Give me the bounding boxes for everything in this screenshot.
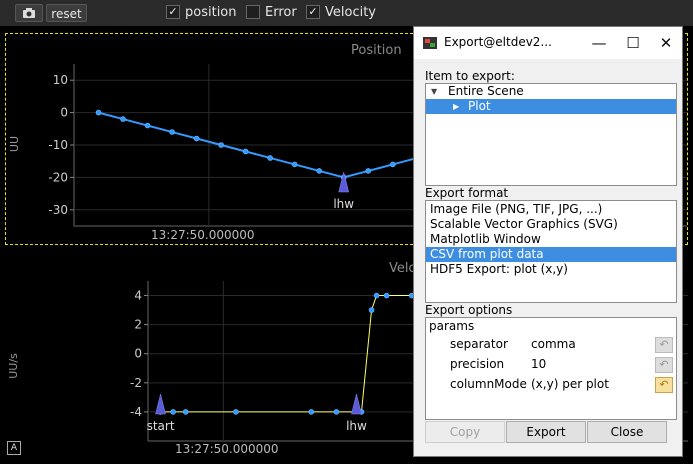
tree-item-plot[interactable]: ▶ Plot (426, 99, 676, 114)
format-item-hdf5[interactable]: HDF5 Export: plot (x,y) (426, 262, 676, 277)
position-checkbox[interactable]: ✓ (166, 5, 180, 19)
data-point (308, 409, 315, 415)
velocity-markers: start lhw (147, 393, 367, 433)
data-point (170, 409, 176, 415)
camera-icon (23, 8, 35, 18)
data-point (383, 292, 390, 299)
option-row-columnmode[interactable]: columnMode (x,y) per plot ↶ (426, 377, 676, 393)
copy-button[interactable]: Copy (425, 421, 505, 443)
option-row-precision[interactable]: precision 10 ↶ (426, 357, 676, 373)
option-value[interactable]: comma (531, 337, 576, 352)
reset-default-icon[interactable]: ↶ (655, 377, 673, 393)
item-tree: ▼ Entire Scene ▶ Plot (425, 83, 677, 186)
data-point (144, 122, 151, 129)
export-options-label: Export options (425, 303, 513, 317)
position-y-tick: 0 (60, 106, 68, 120)
option-name: columnMode (450, 377, 527, 391)
dialog-titlebar[interactable]: Export@eltdev2... — ☐ ✕ (414, 27, 682, 59)
export-dialog: Export@eltdev2... — ☐ ✕ Item to export: … (413, 26, 683, 457)
velocity-checkbox-label: Velocity (325, 5, 376, 20)
tree-item-label: Entire Scene (448, 84, 524, 98)
export-button[interactable]: Export (506, 421, 586, 443)
reset-default-icon[interactable]: ↶ (655, 337, 673, 353)
data-point (333, 409, 340, 415)
option-row-separator[interactable]: separator comma ↶ (426, 337, 676, 353)
toolbar: reset ✓ position Error ✓ Velocity (0, 0, 693, 26)
data-point (291, 161, 298, 168)
params-group-label: params (429, 319, 475, 333)
data-point (316, 168, 323, 174)
reset-default-icon[interactable]: ↶ (655, 357, 673, 373)
velocity-y-tick: 2 (134, 318, 142, 332)
data-point (368, 307, 375, 313)
error-checkbox[interactable] (246, 5, 260, 19)
format-item-image[interactable]: Image File (PNG, TIF, JPG, ...) (426, 202, 676, 217)
reset-button[interactable]: reset (46, 4, 87, 22)
velocity-y-axis-label: UU/s (7, 353, 20, 379)
marker-label: start (147, 419, 175, 433)
close-window-button[interactable]: ✕ (654, 31, 678, 55)
data-point (267, 155, 273, 161)
collapse-arrow-icon[interactable]: ▶ (453, 99, 459, 114)
marker-triangle (155, 393, 166, 415)
app-icon (423, 37, 437, 49)
option-value[interactable]: (x,y) per plot (531, 377, 609, 392)
error-checkbox-label: Error (265, 5, 297, 20)
tree-item-label: Plot (468, 99, 491, 113)
data-point (193, 135, 200, 142)
marker-triangle (351, 393, 362, 415)
maximize-button[interactable]: ☐ (621, 31, 645, 55)
position-y-ticks: 10 0 -10 -20 -30 (48, 73, 68, 217)
data-point (233, 409, 239, 415)
velocity-y-tick: -2 (130, 376, 142, 390)
item-to-export-label: Item to export: (425, 69, 515, 83)
position-y-tick: -30 (48, 203, 68, 217)
tree-item-entire-scene[interactable]: ▼ Entire Scene (426, 84, 676, 99)
data-point (365, 168, 372, 174)
position-x-tick: 13:27:50.000000 (151, 228, 255, 242)
format-item-svg[interactable]: Scalable Vector Graphics (SVG) (426, 217, 676, 232)
position-y-tick: -10 (48, 138, 68, 152)
format-item-matplotlib[interactable]: Matplotlib Window (426, 232, 676, 247)
option-value[interactable]: 10 (531, 357, 546, 372)
data-point (373, 292, 380, 299)
marker-label: lhw (333, 197, 354, 211)
position-y-tick: -20 (48, 170, 68, 184)
velocity-y-ticks: 4 2 0 -2 -4 (130, 289, 142, 419)
format-item-csv[interactable]: CSV from plot data (426, 247, 676, 262)
position-y-tick: 10 (53, 73, 68, 87)
autoscale-button[interactable]: A (7, 441, 21, 455)
data-point (182, 409, 189, 415)
export-format-label: Export format (425, 186, 509, 200)
velocity-y-tick: -4 (130, 405, 142, 419)
marker-triangle (338, 171, 350, 193)
velocity-y-tick: 4 (134, 289, 142, 303)
camera-button[interactable] (15, 4, 43, 22)
dialog-title: Export@eltdev2... (444, 35, 552, 49)
velocity-x-tick: 13:27:50.000000 (175, 442, 279, 456)
format-list: Image File (PNG, TIF, JPG, ...) Scalable… (425, 200, 677, 303)
data-point (242, 148, 249, 155)
marker-label: lhw (346, 419, 367, 433)
option-name: separator (450, 337, 508, 351)
velocity-checkbox[interactable]: ✓ (306, 5, 320, 19)
position-y-axis-label: UU (8, 136, 21, 152)
position-chart-title: Position (351, 43, 402, 58)
minimize-button[interactable]: — (587, 31, 611, 55)
options-tree: params separator comma ↶ precision 10 ↶ … (425, 317, 677, 420)
position-checkbox-label: position (185, 5, 237, 20)
data-point (169, 129, 175, 135)
data-point (389, 161, 396, 168)
data-point (120, 116, 126, 122)
close-button[interactable]: Close (587, 421, 667, 443)
velocity-y-tick: 0 (134, 347, 142, 361)
data-point (218, 142, 224, 148)
data-point (95, 109, 102, 116)
option-name: precision (450, 357, 505, 371)
expand-arrow-icon[interactable]: ▼ (431, 84, 437, 99)
